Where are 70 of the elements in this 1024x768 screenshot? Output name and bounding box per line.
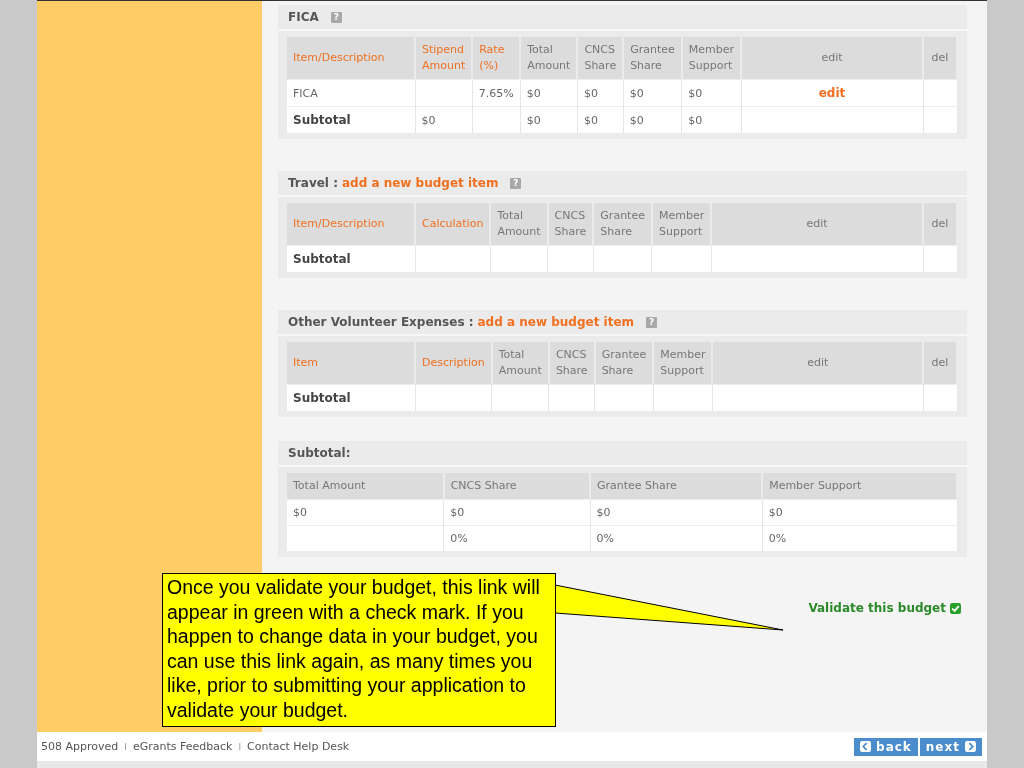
section-title: Travel :	[288, 176, 338, 190]
back-button[interactable]: back	[854, 737, 918, 756]
table-cell: $0	[681, 106, 741, 133]
table-cell: $0	[623, 106, 682, 133]
table-cell: Subtotal	[287, 384, 415, 411]
sortable-column-header[interactable]: Item/Description	[287, 203, 415, 246]
column-header: edit	[741, 37, 923, 80]
next-arrow-icon	[965, 741, 976, 752]
help-icon[interactable]: ?	[510, 177, 522, 189]
table-cell: 0%	[443, 525, 590, 551]
help-icon[interactable]: ?	[646, 316, 658, 328]
add-item-link[interactable]: add a new budget item	[341, 176, 499, 190]
column-header: CNCS Share	[577, 37, 624, 80]
column-header: CNCS Share	[443, 473, 590, 500]
table-cell: Subtotal	[287, 106, 415, 133]
callout-text: Once you validate your budget, this link will appear in green with a check mark. If you happen to change data in your budget, you can use this link again, as many times you like, prior to submitting your application to validate your budget.	[167, 575, 541, 723]
table-cell: FICA	[287, 79, 415, 107]
column-header: Member Support	[651, 203, 712, 246]
table-cell: $0	[443, 499, 590, 526]
footer-link[interactable]: 508 Approved	[41, 740, 119, 753]
column-header: Member Support	[653, 342, 713, 385]
table-cell: $0	[520, 79, 578, 107]
table-cell: 7.65%	[472, 79, 521, 107]
table-cell: $0	[590, 499, 763, 526]
add-item-link[interactable]: add a new budget item	[477, 315, 635, 329]
table-cell: $0	[415, 106, 473, 133]
table-cell: $0	[520, 106, 578, 133]
table-cell: 0%	[762, 525, 957, 551]
column-header: del	[923, 37, 957, 80]
column-header: Total Amount	[520, 37, 578, 80]
next-button[interactable]: next	[919, 737, 982, 756]
table-cell: Subtotal	[287, 245, 415, 272]
footer-link[interactable]: eGrants Feedback	[132, 740, 233, 753]
section-title: FICA	[288, 10, 319, 24]
column-header: edit	[712, 342, 923, 385]
section-title: Other Volunteer Expenses :	[288, 315, 474, 329]
validate-budget-link[interactable]: Validate this budget	[808, 601, 961, 615]
column-header: Total Amount	[491, 342, 549, 385]
column-header: del	[923, 203, 957, 246]
table-cell: $0	[577, 106, 624, 133]
column-header: Grantee Share	[623, 37, 682, 80]
column-header: CNCS Share	[548, 342, 595, 385]
sortable-column-header[interactable]: Calculation	[415, 203, 491, 246]
sortable-column-header[interactable]: Rate (%)	[472, 37, 521, 80]
sortable-column-header[interactable]: Item	[287, 342, 415, 385]
sortable-column-header[interactable]: Description	[415, 342, 492, 385]
column-header: edit	[711, 203, 923, 246]
column-header: CNCS Share	[547, 203, 594, 246]
edit-link[interactable]: edit	[741, 79, 923, 107]
separator: I	[238, 741, 242, 752]
table-cell: 0%	[590, 525, 763, 551]
column-header: Total Amount	[287, 473, 444, 500]
column-header: Grantee Share	[594, 342, 654, 385]
footer-link[interactable]: Contact Help Desk	[247, 740, 350, 753]
column-header: del	[923, 342, 957, 385]
column-header: Member Support	[762, 473, 957, 500]
separator: I	[124, 741, 127, 752]
table-cell: $0	[681, 79, 741, 107]
column-header: Grantee Share	[593, 203, 652, 246]
sortable-column-header[interactable]: Stipend Amount	[415, 37, 473, 80]
section-title: Subtotal:	[288, 446, 351, 460]
column-header: Total Amount	[490, 203, 548, 246]
table-cell: $0	[287, 499, 444, 526]
table-cell: $0	[623, 79, 682, 107]
help-icon[interactable]: ?	[330, 11, 342, 23]
column-header: Member Support	[681, 37, 741, 80]
column-header: Grantee Share	[590, 473, 763, 500]
table-cell: $0	[762, 499, 957, 526]
table-cell: $0	[577, 79, 624, 107]
sortable-column-header[interactable]: Item/Description	[287, 37, 415, 80]
